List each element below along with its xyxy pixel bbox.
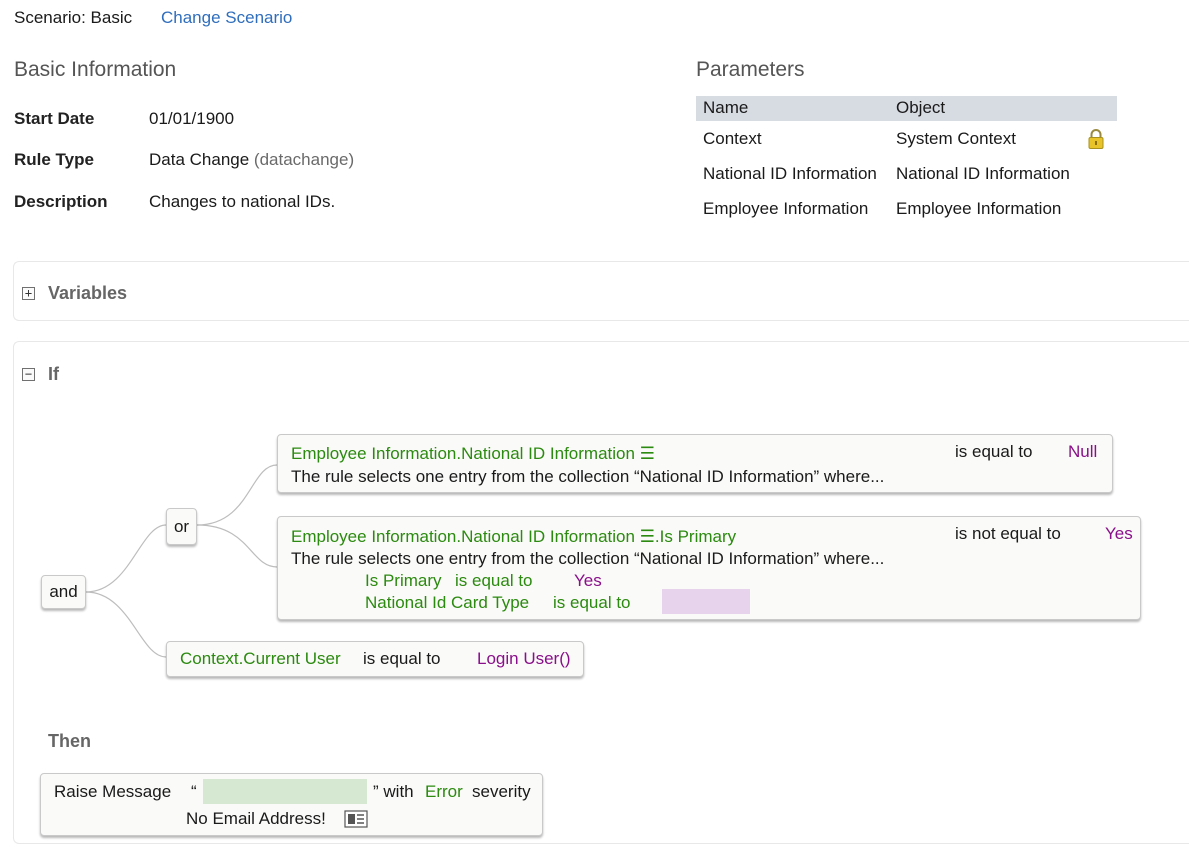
sub-condition-1-value[interactable]: Yes bbox=[574, 571, 602, 591]
condition-2-description: The rule selects one entry from the coll… bbox=[291, 549, 885, 568]
condition-3-value[interactable]: Login User() bbox=[477, 649, 571, 669]
condition-1-operator[interactable]: is equal to bbox=[955, 442, 1033, 462]
message-details-icon[interactable] bbox=[344, 810, 368, 828]
condition-1-field[interactable]: Employee Information.National ID Informa… bbox=[291, 444, 655, 464]
open-quote: “ bbox=[191, 782, 197, 801]
close-quote-with: ” with bbox=[373, 782, 414, 801]
condition-2-operator[interactable]: is not equal to bbox=[955, 524, 1061, 544]
sub-condition-2-value-redacted[interactable] bbox=[662, 589, 750, 614]
raise-message-action[interactable]: Raise Message bbox=[54, 782, 171, 802]
sub-condition-2-field[interactable]: National Id Card Type bbox=[365, 593, 529, 613]
condition-tree-connectors bbox=[85, 464, 278, 658]
sub-condition-1-operator[interactable]: is equal to bbox=[455, 571, 533, 591]
and-operator-node[interactable]: and bbox=[41, 575, 86, 609]
condition-2-value[interactable]: Yes bbox=[1105, 524, 1133, 544]
message-text: No Email Address! bbox=[186, 809, 326, 828]
then-label: Then bbox=[48, 731, 91, 751]
condition-1-description: The rule selects one entry from the coll… bbox=[291, 467, 885, 486]
message-key-redacted[interactable] bbox=[203, 779, 367, 804]
condition-3-field[interactable]: Context.Current User bbox=[180, 649, 341, 669]
severity-suffix: severity bbox=[472, 782, 531, 801]
or-label: or bbox=[173, 516, 190, 536]
condition-1-value[interactable]: Null bbox=[1068, 442, 1097, 462]
and-label: and bbox=[49, 582, 78, 601]
severity-value[interactable]: Error bbox=[425, 782, 463, 802]
or-operator-node[interactable]: or bbox=[166, 508, 197, 545]
condition-2-field[interactable]: Employee Information.National ID Informa… bbox=[291, 527, 736, 547]
condition-3-operator[interactable]: is equal to bbox=[363, 649, 441, 669]
sub-condition-2-operator[interactable]: is equal to bbox=[553, 593, 631, 613]
sub-condition-1-field[interactable]: Is Primary bbox=[365, 571, 442, 591]
